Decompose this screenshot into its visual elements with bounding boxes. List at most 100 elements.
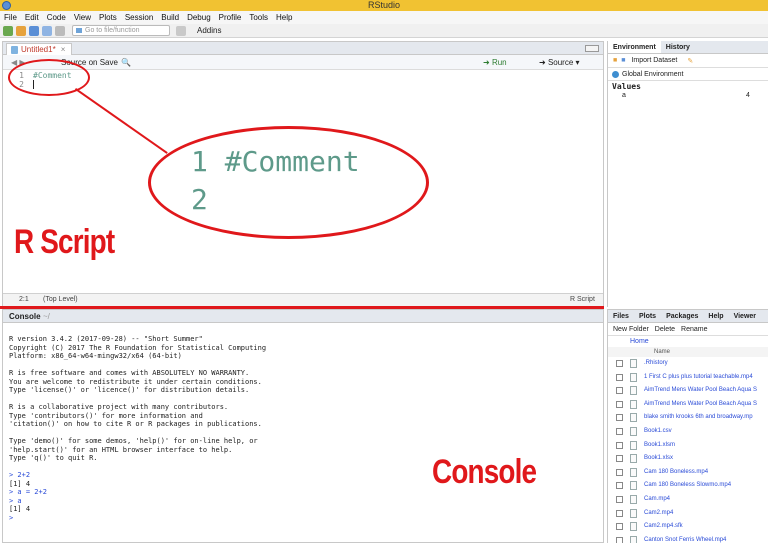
file-checkbox[interactable]: [616, 373, 623, 381]
import-dataset-button[interactable]: Import Dataset: [631, 57, 677, 64]
tab-files[interactable]: Files: [608, 310, 634, 322]
file-icon: [630, 359, 637, 368]
file-name[interactable]: blake smith krooks 6th and broadway.mp: [644, 414, 753, 420]
file-row[interactable]: AimTrend Mens Water Pool Beach Aqua S: [608, 398, 768, 412]
save-workspace-icon[interactable]: ■: [621, 57, 625, 64]
file-name[interactable]: Cam 180 Boneless.mp4: [644, 469, 708, 475]
global-environment-select[interactable]: Global Environment: [608, 68, 768, 81]
file-name[interactable]: .Rhistory: [644, 360, 668, 366]
working-directory[interactable]: ~/: [43, 312, 50, 321]
file-checkbox[interactable]: [616, 536, 623, 543]
maximize-pane-icon[interactable]: [585, 45, 599, 52]
menu-plots[interactable]: Plots: [99, 13, 117, 22]
file-row[interactable]: Book1.csv: [608, 425, 768, 439]
menu-code[interactable]: Code: [47, 13, 66, 22]
file-name[interactable]: AimTrend Mens Water Pool Beach Aqua S: [644, 387, 757, 393]
file-name[interactable]: AimTrend Mens Water Pool Beach Aqua S: [644, 401, 757, 407]
file-row[interactable]: AimTrend Mens Water Pool Beach Aqua S: [608, 384, 768, 398]
save-icon[interactable]: [29, 25, 39, 36]
open-project-icon[interactable]: [16, 25, 26, 36]
tab-history[interactable]: History: [661, 41, 695, 53]
file-name[interactable]: Canton Snot Ferris Wheel.mp4: [644, 537, 726, 543]
file-row[interactable]: blake smith krooks 6th and broadway.mp: [608, 411, 768, 425]
load-workspace-icon[interactable]: ■: [613, 57, 617, 64]
tab-packages[interactable]: Packages: [661, 310, 703, 322]
goto-file-input[interactable]: Go to file/function: [72, 25, 170, 36]
grid-layout-icon[interactable]: [176, 25, 186, 36]
new-folder-button[interactable]: New Folder: [613, 326, 649, 333]
file-name[interactable]: Book1.xlsm: [644, 442, 675, 448]
menu-tools[interactable]: Tools: [249, 13, 268, 22]
menu-view[interactable]: View: [74, 13, 91, 22]
tab-viewer[interactable]: Viewer: [729, 310, 761, 322]
file-name[interactable]: Book1.xlsx: [644, 455, 673, 461]
file-checkbox[interactable]: [616, 482, 623, 490]
file-name[interactable]: 1 First C plus plus tutorial teachable.m…: [644, 374, 753, 380]
file-row[interactable]: Cam 180 Boneless Slowmo.mp4: [608, 479, 768, 493]
tab-untitled1[interactable]: Untitled1* ×: [6, 43, 73, 55]
file-icon: [630, 413, 637, 423]
file-name[interactable]: Cam2.mp4.sfk: [644, 523, 683, 529]
menu-file[interactable]: File: [4, 13, 17, 22]
title-bar: RStudio: [0, 0, 768, 11]
file-row[interactable]: Cam2.mp4.sfk: [608, 520, 768, 534]
file-row[interactable]: 1 First C plus plus tutorial teachable.m…: [608, 371, 768, 385]
file-name[interactable]: Cam.mp4: [644, 496, 670, 502]
menu-help[interactable]: Help: [276, 13, 292, 22]
file-name[interactable]: Cam2.mp4: [644, 510, 673, 516]
tab-plots[interactable]: Plots: [634, 310, 661, 322]
file-checkbox[interactable]: [616, 387, 623, 395]
scope-indicator[interactable]: (Top Level): [43, 296, 78, 303]
file-row[interactable]: .Rhistory: [608, 357, 768, 371]
variable-row[interactable]: a 4: [608, 91, 768, 102]
menu-debug[interactable]: Debug: [187, 13, 211, 22]
file-checkbox[interactable]: [616, 495, 623, 503]
file-row[interactable]: Book1.xlsm: [608, 439, 768, 453]
home-breadcrumb[interactable]: Home: [608, 336, 768, 347]
file-row[interactable]: Cam2.mp4: [608, 507, 768, 521]
menu-session[interactable]: Session: [125, 13, 153, 22]
file-row[interactable]: Book1.xlsx: [608, 452, 768, 466]
file-checkbox[interactable]: [616, 427, 623, 435]
file-checkbox[interactable]: [616, 455, 623, 463]
file-name[interactable]: Cam 180 Boneless Slowmo.mp4: [644, 482, 731, 488]
annotation-rscript-label: R Script: [14, 223, 115, 261]
name-column-header[interactable]: Name: [608, 347, 768, 357]
tab-environment[interactable]: Environment: [608, 41, 661, 53]
file-icon: [630, 372, 637, 382]
file-checkbox[interactable]: [616, 360, 623, 367]
source-button[interactable]: ➜ Source ▾: [539, 58, 580, 67]
file-checkbox[interactable]: [616, 523, 623, 531]
file-type-indicator[interactable]: R Script: [570, 296, 595, 303]
rename-button[interactable]: Rename: [681, 326, 707, 333]
menu-build[interactable]: Build: [161, 13, 179, 22]
file-row[interactable]: Cam.mp4: [608, 493, 768, 507]
menu-edit[interactable]: Edit: [25, 13, 39, 22]
file-row[interactable]: Canton Snot Ferris Wheel.mp4: [608, 534, 768, 543]
run-label: Run: [491, 58, 507, 67]
close-icon[interactable]: ×: [61, 45, 66, 54]
addins-menu[interactable]: Addins: [197, 26, 221, 35]
delete-button[interactable]: Delete: [655, 326, 675, 333]
tab-help[interactable]: Help: [703, 310, 728, 322]
new-file-icon[interactable]: [3, 25, 13, 36]
save-all-icon[interactable]: [42, 25, 52, 36]
file-checkbox[interactable]: [616, 441, 623, 449]
print-icon[interactable]: [55, 25, 65, 36]
file-checkbox[interactable]: [616, 468, 623, 476]
values-header: Values: [612, 82, 641, 91]
cursor-position: 2:1: [19, 296, 29, 303]
menu-profile[interactable]: Profile: [219, 13, 242, 22]
broom-icon[interactable]: ✎: [687, 57, 693, 65]
file-name[interactable]: Book1.csv: [644, 428, 672, 434]
file-checkbox[interactable]: [616, 509, 623, 517]
console-output[interactable]: R version 3.4.2 (2017-09-28) -- "Short S…: [3, 323, 603, 522]
console-tab[interactable]: Console: [9, 312, 41, 321]
search-icon[interactable]: 🔍: [121, 58, 131, 67]
file-checkbox[interactable]: [616, 414, 623, 422]
run-button[interactable]: ➜ Run: [483, 58, 507, 67]
file-row[interactable]: Cam 180 Boneless.mp4: [608, 466, 768, 480]
file-checkbox[interactable]: [616, 400, 623, 408]
